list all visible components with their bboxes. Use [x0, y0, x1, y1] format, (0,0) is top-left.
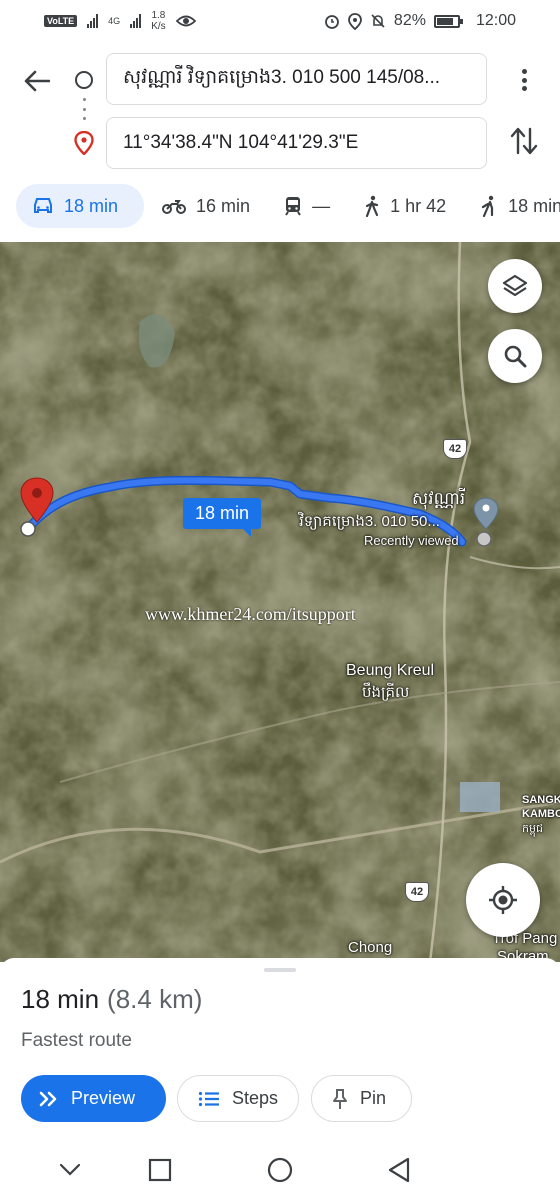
- route-duration-chip[interactable]: 18 min: [183, 498, 262, 537]
- search-map-button[interactable]: [488, 329, 542, 383]
- eye-icon: [175, 15, 196, 27]
- right-label-1: SANGK: [522, 794, 560, 806]
- steps-button[interactable]: Steps: [177, 1075, 299, 1122]
- mode-tab-motorcycle[interactable]: 16 min: [146, 184, 266, 228]
- circle-icon: [267, 1157, 293, 1183]
- mode-label: —: [312, 195, 331, 216]
- satellite-imagery: [0, 242, 560, 962]
- nav-back-button[interactable]: [383, 1154, 415, 1186]
- mode-label: 1 hr 42: [390, 195, 447, 216]
- route-start-marker: [20, 521, 36, 537]
- drag-handle[interactable]: [264, 968, 296, 972]
- mode-tab-transit[interactable]: —: [268, 184, 346, 228]
- volte-indicator: VoLTE: [44, 15, 78, 27]
- arrow-left-icon: [24, 70, 50, 92]
- pin-button[interactable]: Pin: [311, 1075, 412, 1122]
- mode-label: 18 min: [64, 195, 119, 216]
- origin-field[interactable]: សុវណ្ណារី វិទ្យាគម្រោង3. 010 500 145/08.…: [106, 53, 487, 105]
- list-icon: [198, 1091, 219, 1106]
- pin-icon: [333, 1088, 347, 1109]
- status-bar: VoLTE 4G 1.8 K/s 82% 12:00: [0, 0, 560, 42]
- swap-directions-button[interactable]: [510, 126, 538, 161]
- battery-icon: [433, 14, 463, 28]
- mute-bell-icon: [371, 14, 385, 28]
- watermark-text: www.khmer24.com/itsupport: [145, 604, 356, 624]
- origin-text: សុវណ្ណារី វិទ្យាគម្រោង3. 010 500 145/08.…: [123, 67, 441, 88]
- alarm-icon: [325, 15, 339, 29]
- battery-percent: 82%: [393, 12, 426, 29]
- route-subtitle: Fastest route: [21, 1030, 132, 1051]
- destination-text: 11°34'38.4"N 104°41'29.3"E: [123, 132, 359, 153]
- ride-icon: [482, 195, 494, 217]
- crosshair-icon: [489, 886, 517, 914]
- car-icon: [34, 198, 52, 213]
- network-type: 4G: [108, 16, 121, 26]
- back-button[interactable]: [20, 64, 54, 98]
- mode-label: 18 min: [508, 195, 560, 216]
- route-duration: 18 min: [21, 984, 100, 1014]
- right-label-2: KAMBO: [522, 808, 560, 820]
- layers-button[interactable]: [488, 259, 542, 313]
- nav-recents-button[interactable]: [144, 1154, 176, 1186]
- right-label-3: កម្ពុជ: [522, 823, 543, 835]
- origin-circle-icon: [75, 71, 93, 89]
- swap-icon: [510, 127, 538, 155]
- more-options-button[interactable]: [512, 66, 536, 94]
- mode-label: 16 min: [196, 195, 251, 216]
- mode-tab-walking[interactable]: 1 hr 42: [348, 184, 462, 228]
- my-location-button[interactable]: [466, 863, 540, 937]
- map-view[interactable]: 18 min សុវណ្ណារី វិទ្យាគម្រោង3. 010 50..…: [0, 242, 560, 962]
- place-name-line2[interactable]: វិទ្យាគម្រោង3. 010 50...: [299, 512, 440, 534]
- chevron-down-icon: [59, 1163, 81, 1176]
- location-icon: [348, 12, 362, 30]
- signal-icon: [87, 14, 99, 28]
- signal-icon-2: [130, 14, 142, 28]
- motorcycle-icon: [162, 200, 187, 214]
- triangle-back-icon: [388, 1157, 410, 1183]
- place-name-line1[interactable]: សុវណ្ណារី: [412, 488, 465, 513]
- layers-icon: [502, 274, 528, 297]
- destination-pin-icon: [74, 130, 94, 160]
- road-42-badge-north: 42: [443, 439, 467, 459]
- system-nav-bar: [0, 1140, 560, 1200]
- search-icon: [504, 345, 527, 368]
- network-speed: 1.8 K/s: [151, 10, 166, 32]
- nav-collapse-button[interactable]: [54, 1154, 86, 1186]
- mode-tab-driving[interactable]: 18 min: [16, 184, 145, 228]
- preview-label: Preview: [71, 1088, 136, 1108]
- destination-field[interactable]: 11°34'38.4"N 104°41'29.3"E: [106, 117, 487, 169]
- transit-icon: [285, 197, 301, 216]
- square-icon: [148, 1158, 172, 1182]
- walking-icon: [365, 195, 379, 217]
- route-end-marker: [476, 531, 492, 547]
- double-chevron-icon: [39, 1091, 57, 1106]
- pin-label: Pin: [360, 1088, 387, 1108]
- route-dots-icon: [83, 98, 86, 120]
- steps-label: Steps: [231, 1088, 278, 1108]
- bottom-label-1: Chong: [348, 939, 393, 956]
- area-label-khmer: បឹងគ្រីល: [362, 684, 410, 701]
- travel-mode-tabs: 18 min 16 min — 1 hr 42 18 min: [16, 184, 560, 228]
- route-summary: 18 min (8.4 km): [21, 984, 202, 1015]
- road-42-badge-south: 42: [405, 882, 429, 902]
- preview-button[interactable]: Preview: [21, 1075, 166, 1122]
- area-label: Beung Kreul: [346, 662, 435, 679]
- place-note: Recently viewed: [364, 533, 459, 548]
- clock: 12:00: [475, 12, 516, 29]
- nav-home-button[interactable]: [264, 1154, 296, 1186]
- mode-tab-ride[interactable]: 18 min: [464, 184, 560, 228]
- route-distance: (8.4 km): [107, 984, 203, 1014]
